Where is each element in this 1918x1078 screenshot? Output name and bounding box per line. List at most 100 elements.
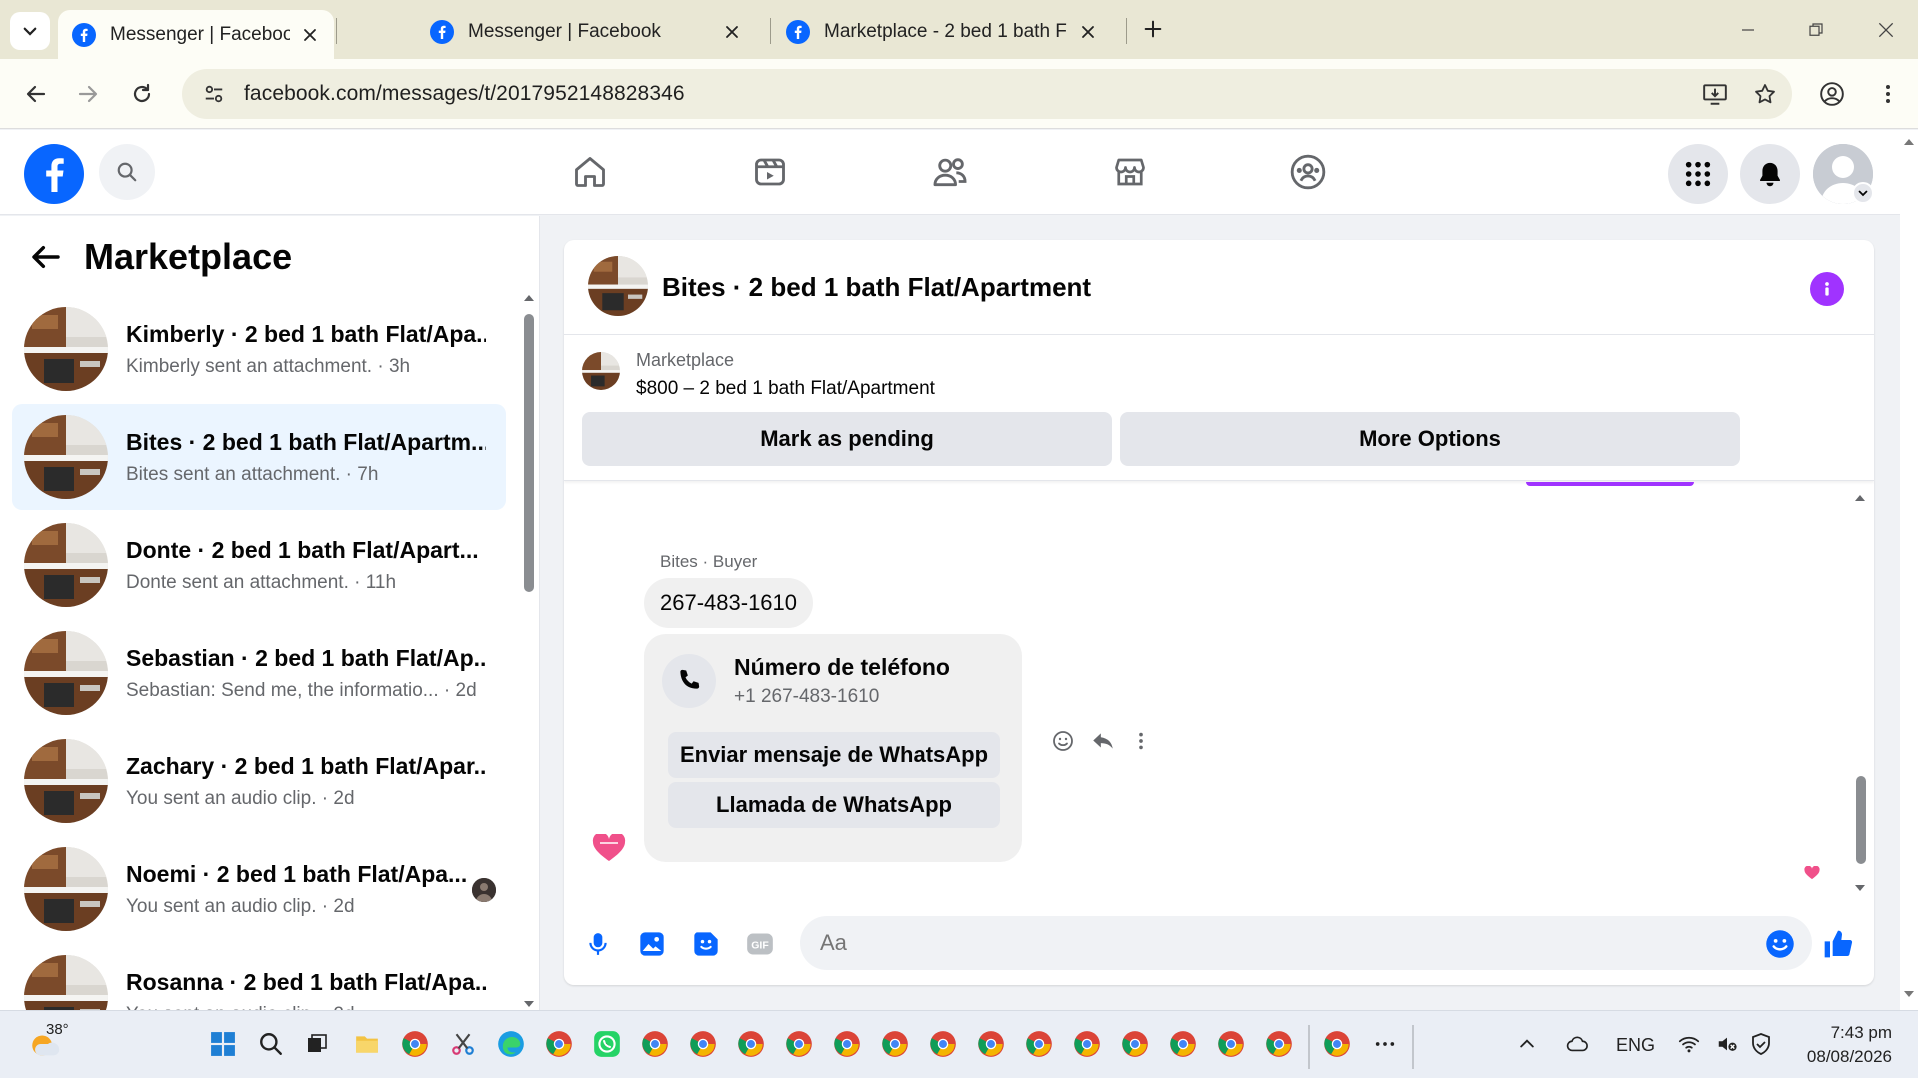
chrome-app-icon[interactable] [926, 1027, 960, 1061]
emoji-button[interactable] [1764, 928, 1796, 960]
chrome-app-icon[interactable] [398, 1027, 432, 1061]
address-bar[interactable]: facebook.com/messages/t/2017952148828346 [182, 69, 1792, 119]
chrome-app-icon[interactable] [782, 1027, 816, 1061]
back-to-chats-button[interactable] [26, 237, 66, 277]
chrome-app-icon[interactable] [638, 1027, 672, 1061]
url-text: facebook.com/messages/t/2017952148828346 [244, 82, 685, 105]
menu-grid-button[interactable] [1668, 144, 1728, 204]
chat-listing-avatar[interactable] [588, 256, 648, 316]
start-button[interactable] [206, 1027, 240, 1061]
message-input[interactable] [800, 916, 1812, 970]
chat-title[interactable]: Bites · 2 bed 1 bath Flat/Apartment [662, 272, 1091, 303]
onedrive-tray-icon[interactable] [1560, 1027, 1594, 1061]
chrome-app-icon[interactable] [878, 1027, 912, 1061]
whatsapp-call-button[interactable]: Llamada de WhatsApp [668, 782, 1000, 828]
account-menu-badge[interactable] [1852, 182, 1874, 204]
input-language[interactable]: ENG [1616, 1035, 1655, 1056]
chrome-app-icon[interactable] [686, 1027, 720, 1061]
nav-marketplace[interactable] [1108, 150, 1152, 194]
nav-home[interactable] [568, 150, 612, 194]
facebook-search-button[interactable] [99, 144, 155, 200]
tab-search-button[interactable] [10, 12, 50, 50]
edge-app-icon[interactable] [494, 1027, 528, 1061]
taskbar-search-button[interactable] [254, 1027, 288, 1061]
message-scroll-thumb[interactable] [1856, 776, 1866, 864]
conversation-item-bites[interactable]: Bites · 2 bed 1 bath Flat/Apartm... Bites… [12, 404, 506, 510]
chrome-app-icon[interactable] [1022, 1027, 1056, 1061]
security-tray-icon[interactable] [1744, 1027, 1778, 1061]
restore-button[interactable] [1800, 14, 1832, 46]
nav-video[interactable] [748, 150, 792, 194]
attach-photo-button[interactable] [636, 928, 668, 960]
snipping-tool-icon[interactable] [446, 1027, 480, 1061]
wifi-tray-icon[interactable] [1672, 1027, 1706, 1061]
gif-button[interactable]: GIF [744, 928, 776, 960]
sticker-icon [694, 932, 718, 956]
list-header: Marketplace [26, 236, 292, 278]
reply-button[interactable] [1088, 726, 1118, 756]
chrome-app-icon[interactable] [1166, 1027, 1200, 1061]
file-explorer-button[interactable] [350, 1027, 384, 1061]
conversation-item-noemi[interactable]: Noemi · 2 bed 1 bath Flat/Apa... You sent… [12, 836, 506, 942]
chrome-app-icon[interactable] [830, 1027, 864, 1061]
page-scrollbar[interactable] [1900, 130, 1918, 1010]
conversation-item-kimberly[interactable]: Kimberly · 2 bed 1 bath Flat/Apa... Kimbe… [12, 296, 506, 402]
chrome-app-icon[interactable] [1070, 1027, 1104, 1061]
chrome-icon [1324, 1031, 1350, 1057]
nav-friends[interactable] [928, 150, 972, 194]
message-more-button[interactable] [1126, 726, 1156, 756]
conversation-item-zachary[interactable]: Zachary · 2 bed 1 bath Flat/Apar... You s… [12, 728, 506, 834]
taskbar-overflow-button[interactable] [1368, 1027, 1402, 1061]
nav-groups[interactable] [1286, 150, 1330, 194]
install-app-button[interactable] [1698, 77, 1732, 111]
chrome-app-icon[interactable] [1214, 1027, 1248, 1061]
close-tab-icon[interactable] [1078, 22, 1098, 42]
react-button[interactable] [1048, 726, 1078, 756]
shield-icon [1752, 1033, 1770, 1055]
system-clock[interactable]: 7:43 pm 08/08/2026 [1786, 1021, 1892, 1069]
close-tab-icon[interactable] [300, 25, 320, 45]
minimize-icon [1742, 29, 1754, 31]
show-hidden-icons-button[interactable] [1510, 1027, 1544, 1061]
facebook-logo-icon[interactable] [24, 144, 84, 204]
mark-as-pending-button[interactable]: Mark as pending [582, 412, 1112, 466]
profile-button[interactable] [1814, 76, 1850, 112]
forward-button[interactable] [70, 76, 106, 112]
browser-tab-3[interactable]: Marketplace - 2 bed 1 bath Flat [772, 10, 1112, 54]
browser-tab-1[interactable]: Messenger | Facebook [58, 10, 334, 59]
task-view-button[interactable] [300, 1027, 334, 1061]
chrome-app-icon[interactable] [1118, 1027, 1152, 1061]
listing-price-title[interactable]: $800 – 2 bed 1 bath Flat/Apartment [636, 378, 935, 400]
chrome-app-icon[interactable] [974, 1027, 1008, 1061]
close-tab-icon[interactable] [722, 22, 742, 42]
browser-tab-2[interactable]: Messenger | Facebook [416, 10, 756, 54]
more-options-button[interactable]: More Options [1120, 412, 1740, 466]
whatsapp-message-button[interactable]: Enviar mensaje de WhatsApp [668, 732, 1000, 778]
conversation-item-rosanna[interactable]: Rosanna · 2 bed 1 bath Flat/Apa...You se… [12, 944, 506, 1010]
conversation-item-donte[interactable]: Donte · 2 bed 1 bath Flat/Apart... Donte … [12, 512, 506, 618]
browser-menu-button[interactable] [1870, 76, 1906, 112]
bookmark-button[interactable] [1748, 77, 1782, 111]
minimize-button[interactable] [1732, 14, 1764, 46]
conversation-list-scroll-thumb[interactable] [524, 314, 534, 592]
conversation-item-sebastian[interactable]: Sebastian · 2 bed 1 bath Flat/Ap... Sebas… [12, 620, 506, 726]
chrome-app-icon[interactable] [734, 1027, 768, 1061]
listing-thumbnail[interactable] [582, 352, 620, 390]
new-tab-button[interactable] [1138, 14, 1168, 44]
site-info-button[interactable] [198, 78, 230, 110]
volume-tray-icon[interactable] [1710, 1027, 1744, 1061]
chrome-app-icon[interactable] [542, 1027, 576, 1061]
notifications-button[interactable] [1740, 144, 1800, 204]
chrome-app-icon[interactable] [1262, 1027, 1296, 1061]
whatsapp-app-icon[interactable] [590, 1027, 624, 1061]
close-window-button[interactable] [1870, 14, 1902, 46]
weather-temperature: 38° [46, 1021, 69, 1038]
reload-button[interactable] [124, 76, 160, 112]
sticker-button[interactable] [690, 928, 722, 960]
message-bubble[interactable]: 267-483-1610 [644, 578, 814, 628]
back-button[interactable] [18, 76, 54, 112]
voice-clip-button[interactable] [582, 928, 614, 960]
send-like-button[interactable] [1822, 928, 1854, 960]
chrome-app-icon[interactable] [1320, 1027, 1354, 1061]
conversation-info-button[interactable] [1810, 272, 1844, 306]
